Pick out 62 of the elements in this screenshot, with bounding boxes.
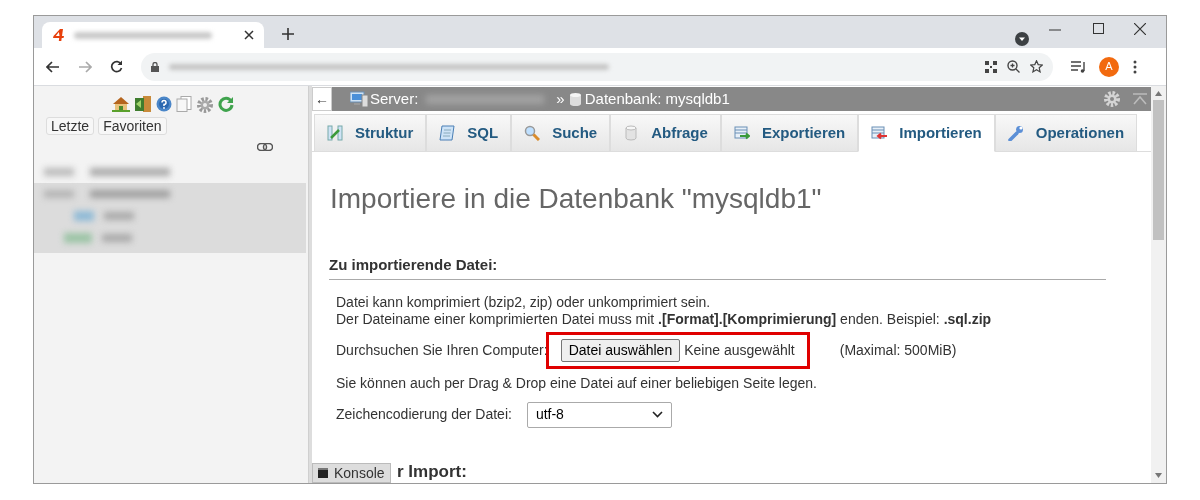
scroll-down-icon[interactable] — [1155, 473, 1162, 478]
settings-icon[interactable] — [1103, 90, 1121, 108]
database-icon — [569, 92, 581, 106]
section-heading: r Import: — [397, 462, 467, 482]
settings-icon[interactable] — [196, 96, 214, 114]
server-icon — [350, 91, 368, 107]
back-arrow-icon[interactable] — [46, 60, 60, 73]
tab[interactable]: Exportieren — [720, 114, 859, 152]
nav-tab[interactable]: Letzte — [46, 117, 95, 135]
new-tab-icon[interactable] — [282, 28, 294, 40]
close-icon[interactable] — [244, 30, 254, 40]
page-heading: Importiere in die Datenbank "mysqldb1" — [329, 182, 823, 216]
tab[interactable]: SQL — [426, 114, 512, 152]
help-text: Der Dateiname einer komprimierten Datei muss mit .[Format].[Komprimierung] enden. Beispiel: .sql.zip — [336, 310, 993, 328]
help-icon[interactable] — [156, 96, 172, 112]
field-label: Durchsuchen Sie Ihren Computer: — [336, 342, 548, 359]
wrench-icon — [1007, 125, 1024, 141]
documents-icon[interactable] — [176, 96, 192, 112]
max-size-text: (Maximal: 500MiB) — [839, 342, 957, 359]
script-page-icon — [439, 125, 456, 141]
help-text: Datei kann komprimiert (bzip2, zip) oder unkomprimiert sein. — [336, 293, 712, 311]
nav-tab[interactable]: Favoriten — [98, 117, 167, 135]
forward-arrow-icon[interactable] — [78, 60, 92, 73]
media-queue-icon[interactable] — [1071, 60, 1087, 73]
breadcrumb-separator: » — [556, 88, 565, 109]
tab[interactable]: Suche — [511, 114, 611, 152]
file-button[interactable]: Datei auswählen — [560, 339, 681, 362]
scroll-up-icon[interactable] — [1155, 91, 1162, 96]
zoom-icon[interactable] — [1007, 60, 1020, 73]
tab-search-icon[interactable] — [1015, 32, 1029, 46]
app-logo-icon — [52, 28, 66, 42]
chevron-down-icon — [651, 411, 663, 418]
section-heading: Zu importierende Datei: — [329, 255, 499, 275]
maximize-icon[interactable] — [1093, 23, 1104, 34]
close-icon[interactable] — [1134, 23, 1146, 35]
console-button[interactable]: Konsole — [312, 463, 391, 483]
help-text: Sie können auch per Drag & Drop eine Datei auf einer beliebigen Seite legen. — [336, 374, 818, 392]
search-icon — [524, 125, 541, 141]
table-import-icon — [871, 125, 888, 141]
link-icon[interactable] — [257, 143, 273, 151]
file-status: Keine ausgewählt — [684, 342, 795, 359]
database-icon — [623, 125, 640, 141]
star-icon[interactable] — [1030, 60, 1043, 73]
structure-icon — [327, 125, 343, 141]
tab[interactable]: Struktur — [314, 114, 427, 152]
console-icon — [318, 468, 328, 478]
encoding-select[interactable]: utf-8 — [526, 401, 672, 428]
menu-icon[interactable] — [1133, 59, 1137, 74]
lock-icon — [151, 61, 159, 72]
exit-door-icon[interactable] — [134, 96, 152, 112]
table-export-icon — [733, 125, 750, 141]
reload-icon[interactable] — [110, 60, 123, 73]
collapse-button[interactable]: ← — [312, 87, 332, 111]
qr-code-icon[interactable] — [985, 60, 997, 73]
breadcrumb-link[interactable]: Datenbank: mysqldb1 — [584, 87, 730, 111]
tab[interactable]: Abfrage — [610, 114, 721, 152]
field-label: Zeichencodierung der Datei: — [336, 406, 512, 423]
tab[interactable]: Operationen — [994, 114, 1138, 152]
tab[interactable]: Importieren — [858, 114, 995, 152]
scrollbar[interactable] — [1151, 86, 1166, 483]
home-icon[interactable] — [112, 96, 130, 112]
breadcrumb-label: Server: — [370, 88, 419, 109]
